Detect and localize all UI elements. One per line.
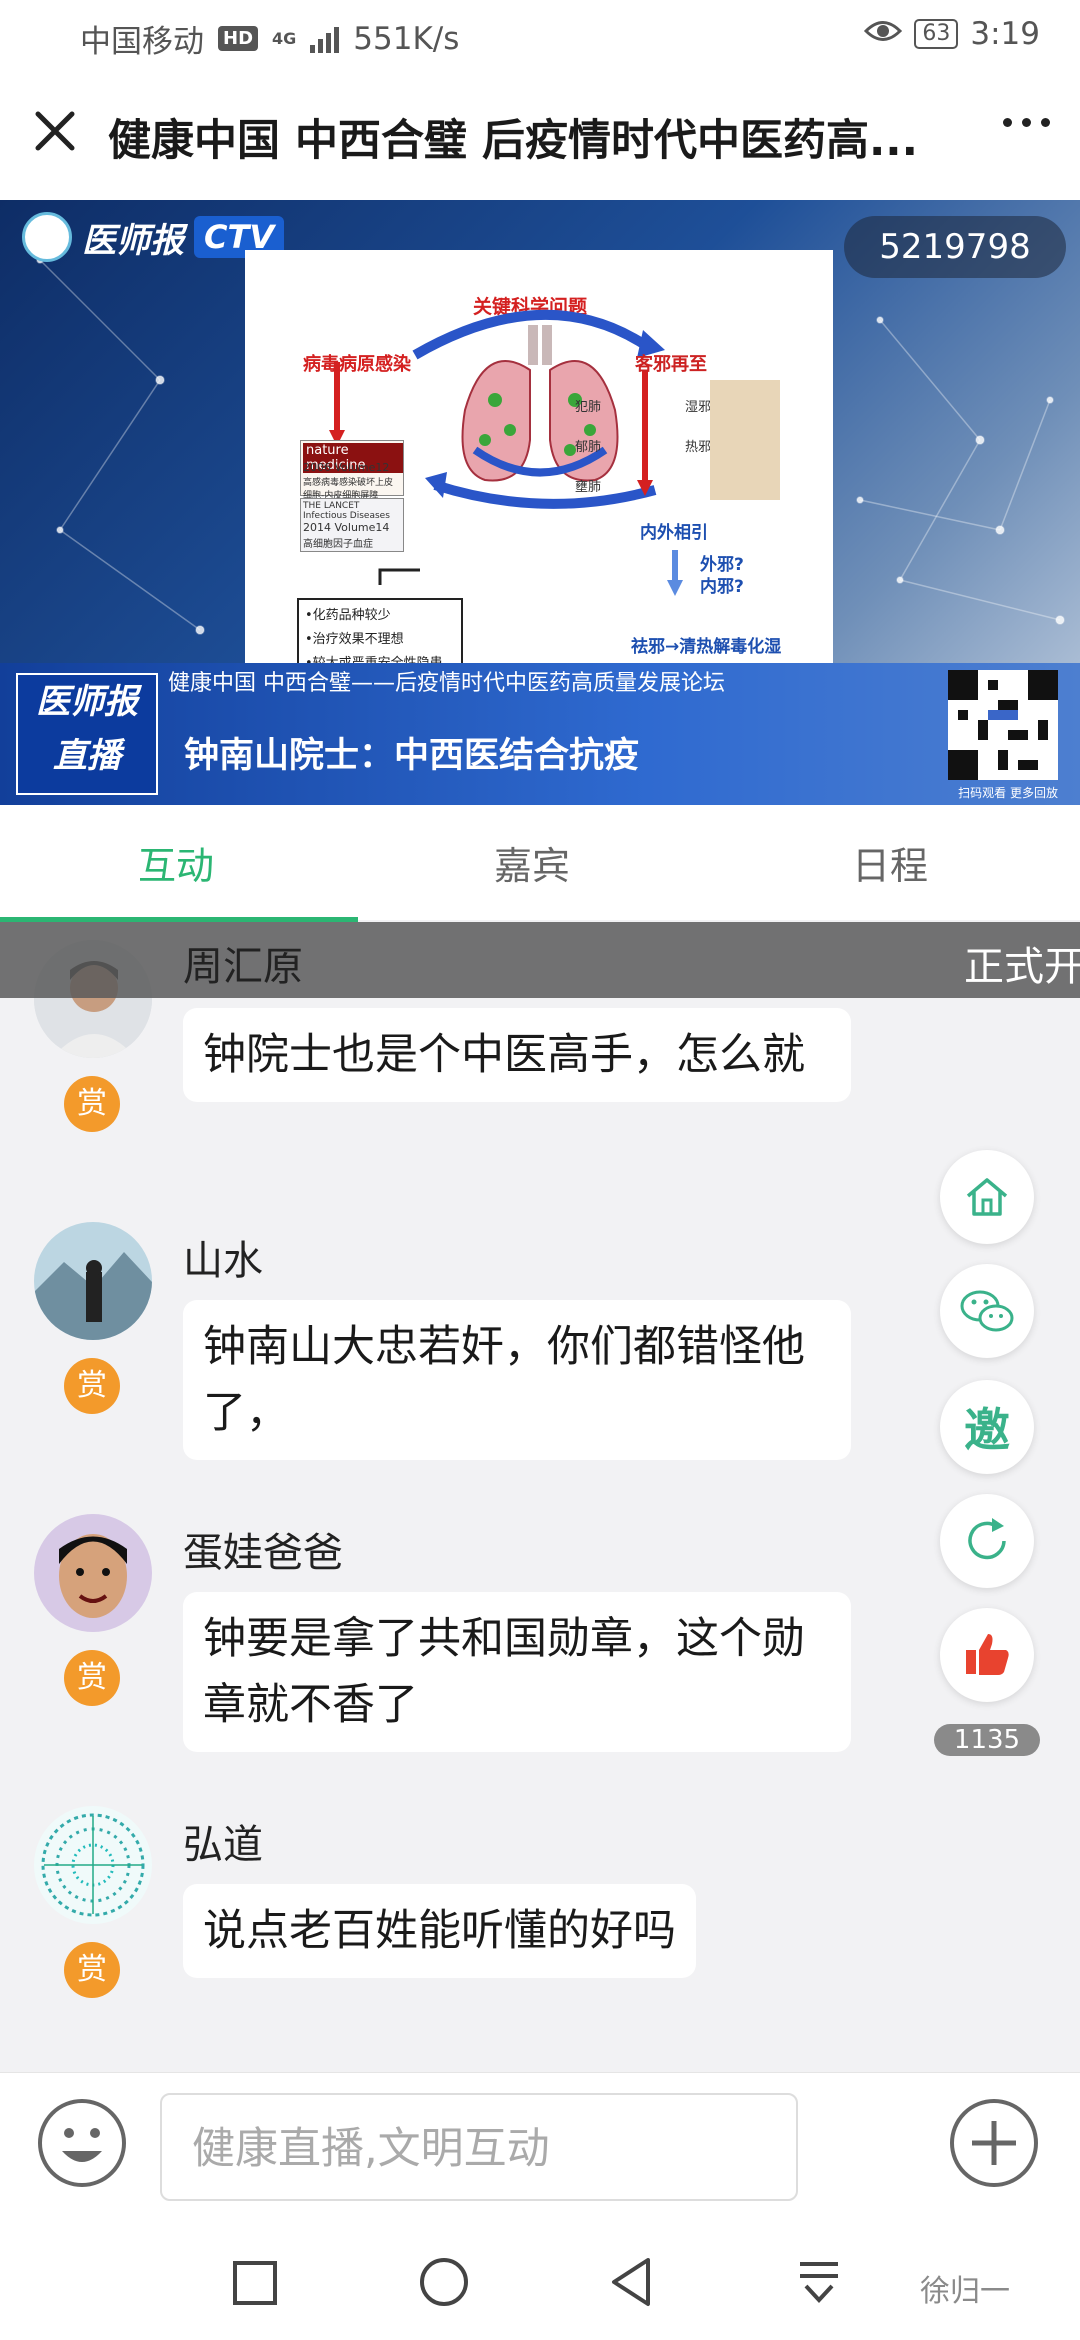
signal-icon bbox=[310, 25, 340, 53]
tab-guests[interactable]: 嘉宾 bbox=[494, 835, 570, 890]
emoji-icon[interactable] bbox=[36, 2097, 128, 2189]
avatar[interactable] bbox=[34, 1222, 152, 1340]
qr-code-icon bbox=[948, 670, 1058, 780]
lower-third: 医师报 直播 健康中国 中西合璧——后疫情时代中医药高质量发展论坛 钟南山院士：… bbox=[0, 663, 1080, 805]
message-bubble: 钟要是拿了共和国勋章，这个勋章就不香了 bbox=[183, 1592, 851, 1752]
title-bar: 健康中国 中西合璧 后疫情时代中医药高... bbox=[0, 70, 1080, 200]
wechat-icon[interactable] bbox=[940, 1264, 1034, 1358]
like-count: 1135 bbox=[934, 1724, 1040, 1756]
tab-bar: 互动 嘉宾 日程 bbox=[0, 805, 1080, 920]
slide-right-label: 客邪再至 bbox=[635, 354, 707, 375]
banner-text: 正式开 bbox=[964, 944, 1080, 990]
tab-interaction[interactable]: 互动 bbox=[138, 835, 214, 890]
mid-label-1: 犯肺 bbox=[575, 400, 602, 415]
brand-logo: 医师报 bbox=[82, 220, 184, 261]
qr-caption: 扫码观看 更多回放 bbox=[958, 786, 1058, 800]
invite-button[interactable]: 邀 bbox=[940, 1380, 1034, 1474]
journal2-note: 高细胞因子血症 bbox=[303, 539, 373, 550]
mid-label-3: 壅肺 bbox=[575, 480, 602, 495]
message-username[interactable]: 蛋娃爸爸 bbox=[183, 1520, 343, 1578]
reward-button[interactable]: 赏 bbox=[64, 1942, 120, 1998]
drawback-item: •治疗效果不理想 bbox=[305, 632, 404, 647]
viewer-count-badge: 5219798 bbox=[844, 216, 1066, 278]
inner-outer-label: 内外相引 bbox=[640, 523, 708, 543]
presentation-slide: 关键科学问题 病毒病原感染 客邪再至 nature medicine 2006 … bbox=[245, 250, 833, 682]
carrier-label: 中国移动 bbox=[80, 24, 204, 60]
journal1-year: 2006 Volume12 bbox=[303, 461, 390, 474]
tab-schedule[interactable]: 日程 bbox=[852, 835, 928, 890]
status-bar: 中国移动 HD 4G 551K/s 63 3:19 bbox=[0, 0, 1080, 70]
plus-icon[interactable] bbox=[948, 2097, 1040, 2189]
lancet-box: THE LANCET Infectious Diseases 2014 Volu… bbox=[300, 498, 404, 552]
eye-icon bbox=[864, 16, 903, 52]
close-icon[interactable] bbox=[32, 108, 78, 154]
reward-button[interactable]: 赏 bbox=[64, 1650, 120, 1706]
banner-username: 周汇原 bbox=[183, 944, 303, 990]
association-logo-icon bbox=[22, 212, 72, 262]
system-nav-bar bbox=[0, 2222, 1080, 2340]
mid-label-2: 郁肺 bbox=[575, 440, 602, 455]
lower-third-headline: 钟南山院士：中西医结合抗疫 bbox=[184, 736, 640, 776]
reward-button[interactable]: 赏 bbox=[64, 1076, 120, 1132]
drawback-item: •化药品种较少 bbox=[305, 608, 391, 623]
lungs-illustration-icon bbox=[445, 320, 635, 494]
lower-third-subtitle: 健康中国 中西合璧——后疫情时代中医药高质量发展论坛 bbox=[168, 671, 725, 696]
notification-down-icon[interactable] bbox=[796, 2258, 842, 2310]
chat-list[interactable]: 周汇原 正式开 赏 钟院士也是个中医高手，怎么就 山水 赏 钟南山大忠若奸，你们… bbox=[0, 922, 1080, 2072]
journal2-name: THE LANCET Infectious Diseases bbox=[303, 501, 390, 521]
reward-button[interactable]: 赏 bbox=[64, 1358, 120, 1414]
slide-conclusion: 祛邪→清热解毒化湿 bbox=[631, 637, 782, 657]
notice-banner: 周汇原 正式开 bbox=[0, 922, 1080, 998]
network-speed: 551K/s bbox=[353, 20, 460, 57]
square-icon[interactable] bbox=[232, 2260, 278, 2310]
hd-badge: HD bbox=[218, 26, 259, 51]
live-video-player[interactable]: 医师报 CTV 5219798 关键科学问题 病毒病原感染 客邪再至 natur… bbox=[0, 200, 1080, 805]
battery-level: 63 bbox=[922, 21, 951, 46]
message-username[interactable]: 弘道 bbox=[183, 1812, 263, 1870]
avatar[interactable] bbox=[34, 1514, 152, 1632]
refresh-icon[interactable] bbox=[940, 1494, 1034, 1588]
lower-third-brand: 医师报 直播 bbox=[16, 673, 158, 795]
circle-icon[interactable] bbox=[418, 2256, 470, 2312]
battery-icon: 63 bbox=[914, 19, 959, 49]
question-inner: 内邪? bbox=[700, 577, 744, 597]
watermark: 徐归一 bbox=[920, 2274, 1010, 2309]
avatar[interactable] bbox=[34, 1806, 152, 1924]
clock: 3:19 bbox=[970, 16, 1040, 52]
message-bubble: 说点老百姓能听懂的好吗 bbox=[183, 1884, 696, 1978]
back-triangle-icon[interactable] bbox=[608, 2256, 654, 2312]
herb-image bbox=[710, 380, 780, 500]
slide-left-label: 病毒病原感染 bbox=[303, 354, 411, 375]
journal2-year: 2014 Volume14 bbox=[303, 521, 390, 534]
status-right: 63 3:19 bbox=[864, 16, 1040, 52]
network-type: 4G bbox=[272, 29, 297, 48]
home-icon[interactable] bbox=[940, 1150, 1034, 1244]
nature-medicine-box: nature medicine 2006 Volume12 高感病毒感染破坏上皮… bbox=[300, 440, 404, 501]
message-username[interactable]: 山水 bbox=[183, 1228, 263, 1286]
thumbs-up-icon[interactable] bbox=[940, 1608, 1034, 1702]
message-bubble: 钟院士也是个中医高手，怎么就 bbox=[183, 1008, 851, 1102]
page-title: 健康中国 中西合璧 后疫情时代中医药高... bbox=[108, 116, 918, 166]
status-left: 中国移动 HD 4G 551K/s bbox=[80, 16, 459, 61]
message-bubble: 钟南山大忠若奸，你们都错怪他了， bbox=[183, 1300, 851, 1460]
right-small-2: 热邪 bbox=[685, 440, 712, 455]
more-options-icon[interactable] bbox=[1003, 118, 1050, 127]
comment-input[interactable]: 健康直播,文明互动 bbox=[160, 2093, 798, 2201]
input-bar: 健康直播,文明互动 bbox=[0, 2072, 1080, 2223]
right-small-1: 湿邪 bbox=[685, 400, 712, 415]
